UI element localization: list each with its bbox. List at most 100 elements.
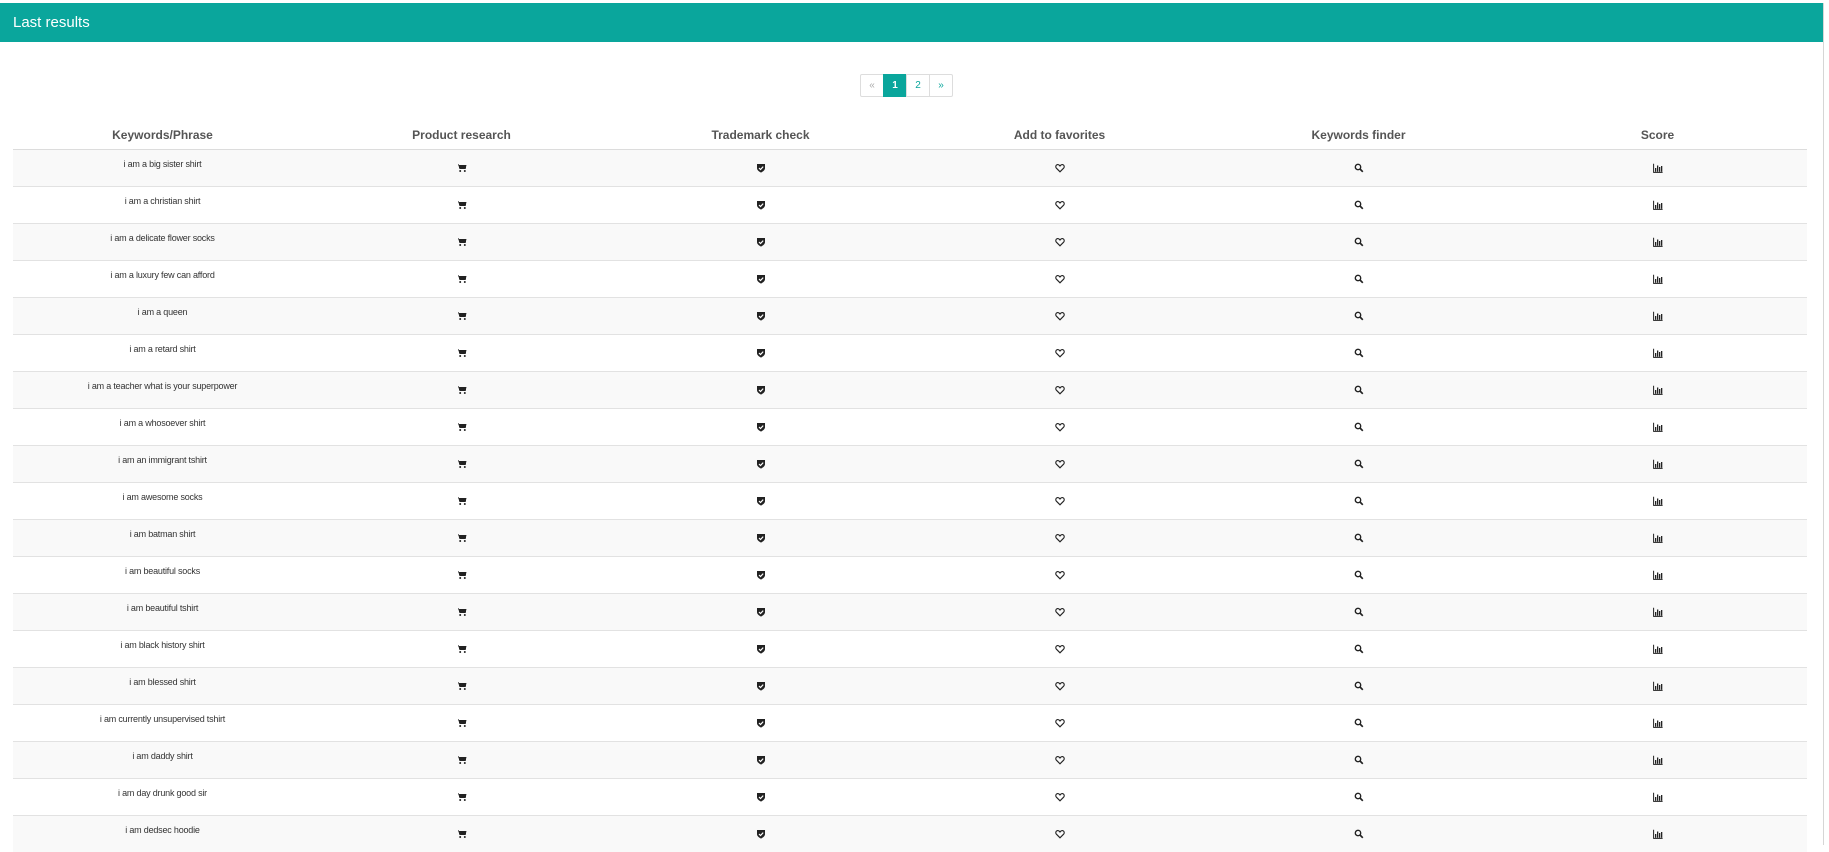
heart-icon[interactable] xyxy=(1055,348,1065,358)
heart-icon[interactable] xyxy=(1055,459,1065,469)
heart-icon[interactable] xyxy=(1055,829,1065,839)
cart-icon[interactable] xyxy=(457,459,467,469)
shield-check-icon[interactable] xyxy=(756,607,766,617)
cart-icon[interactable] xyxy=(457,644,467,654)
search-icon[interactable] xyxy=(1354,644,1364,654)
shield-check-icon[interactable] xyxy=(756,200,766,210)
cart-icon[interactable] xyxy=(457,533,467,543)
heart-icon[interactable] xyxy=(1055,792,1065,802)
search-icon[interactable] xyxy=(1354,570,1364,580)
shield-check-icon[interactable] xyxy=(756,274,766,284)
shield-check-icon[interactable] xyxy=(756,163,766,173)
heart-icon[interactable] xyxy=(1055,570,1065,580)
bar-chart-icon[interactable] xyxy=(1653,311,1663,321)
search-icon[interactable] xyxy=(1354,459,1364,469)
search-icon[interactable] xyxy=(1354,496,1364,506)
heart-icon[interactable] xyxy=(1055,274,1065,284)
heart-icon[interactable] xyxy=(1055,422,1065,432)
bar-chart-icon[interactable] xyxy=(1653,163,1663,173)
heart-icon[interactable] xyxy=(1055,200,1065,210)
shield-check-icon[interactable] xyxy=(756,570,766,580)
bar-chart-icon[interactable] xyxy=(1653,681,1663,691)
bar-chart-icon[interactable] xyxy=(1653,755,1663,765)
search-icon[interactable] xyxy=(1354,792,1364,802)
cart-icon[interactable] xyxy=(457,274,467,284)
bar-chart-icon[interactable] xyxy=(1653,200,1663,210)
bar-chart-icon[interactable] xyxy=(1653,829,1663,839)
bar-chart-icon[interactable] xyxy=(1653,496,1663,506)
shield-check-icon[interactable] xyxy=(756,459,766,469)
shield-check-icon[interactable] xyxy=(756,755,766,765)
shield-check-icon[interactable] xyxy=(756,829,766,839)
bar-chart-icon[interactable] xyxy=(1653,792,1663,802)
bar-chart-icon[interactable] xyxy=(1653,422,1663,432)
shield-check-icon[interactable] xyxy=(756,644,766,654)
search-icon[interactable] xyxy=(1354,829,1364,839)
cart-icon[interactable] xyxy=(457,755,467,765)
cart-icon[interactable] xyxy=(457,348,467,358)
shield-check-icon[interactable] xyxy=(756,422,766,432)
shield-check-icon[interactable] xyxy=(756,385,766,395)
search-icon[interactable] xyxy=(1354,533,1364,543)
bar-chart-icon[interactable] xyxy=(1653,459,1663,469)
search-icon[interactable] xyxy=(1354,681,1364,691)
heart-icon[interactable] xyxy=(1055,681,1065,691)
bar-chart-icon[interactable] xyxy=(1653,718,1663,728)
pagination-page-2[interactable]: 2 xyxy=(906,74,930,97)
pagination-next-button[interactable]: » xyxy=(929,74,953,97)
bar-chart-icon[interactable] xyxy=(1653,570,1663,580)
bar-chart-icon[interactable] xyxy=(1653,644,1663,654)
cart-icon[interactable] xyxy=(457,681,467,691)
search-icon[interactable] xyxy=(1354,274,1364,284)
search-icon[interactable] xyxy=(1354,163,1364,173)
heart-icon[interactable] xyxy=(1055,755,1065,765)
search-icon[interactable] xyxy=(1354,385,1364,395)
heart-icon[interactable] xyxy=(1055,533,1065,543)
heart-icon[interactable] xyxy=(1055,163,1065,173)
shield-check-icon[interactable] xyxy=(756,348,766,358)
shield-check-icon[interactable] xyxy=(756,237,766,247)
cart-icon[interactable] xyxy=(457,792,467,802)
cart-icon[interactable] xyxy=(457,200,467,210)
heart-icon[interactable] xyxy=(1055,311,1065,321)
pagination-page-1[interactable]: 1 xyxy=(883,74,907,97)
bar-chart-icon[interactable] xyxy=(1653,274,1663,284)
shield-check-icon[interactable] xyxy=(756,533,766,543)
keywords-finder-button-cell xyxy=(1209,779,1508,816)
bar-chart-icon[interactable] xyxy=(1653,385,1663,395)
shield-check-icon[interactable] xyxy=(756,311,766,321)
heart-icon[interactable] xyxy=(1055,644,1065,654)
bar-chart-icon[interactable] xyxy=(1653,237,1663,247)
shield-check-icon[interactable] xyxy=(756,496,766,506)
cart-icon[interactable] xyxy=(457,570,467,580)
heart-icon[interactable] xyxy=(1055,496,1065,506)
search-icon[interactable] xyxy=(1354,755,1364,765)
search-icon[interactable] xyxy=(1354,311,1364,321)
cart-icon[interactable] xyxy=(457,718,467,728)
heart-icon[interactable] xyxy=(1055,385,1065,395)
cart-icon[interactable] xyxy=(457,311,467,321)
bar-chart-icon[interactable] xyxy=(1653,348,1663,358)
search-icon[interactable] xyxy=(1354,200,1364,210)
search-icon[interactable] xyxy=(1354,718,1364,728)
search-icon[interactable] xyxy=(1354,422,1364,432)
shield-check-icon[interactable] xyxy=(756,792,766,802)
cart-icon[interactable] xyxy=(457,422,467,432)
bar-chart-icon[interactable] xyxy=(1653,533,1663,543)
heart-icon[interactable] xyxy=(1055,718,1065,728)
shield-check-icon[interactable] xyxy=(756,681,766,691)
heart-icon[interactable] xyxy=(1055,607,1065,617)
shield-check-icon[interactable] xyxy=(756,718,766,728)
search-icon[interactable] xyxy=(1354,237,1364,247)
cart-icon[interactable] xyxy=(457,607,467,617)
cart-icon[interactable] xyxy=(457,829,467,839)
bar-chart-icon[interactable] xyxy=(1653,607,1663,617)
pagination-prev-button[interactable]: « xyxy=(860,74,884,97)
search-icon[interactable] xyxy=(1354,348,1364,358)
cart-icon[interactable] xyxy=(457,496,467,506)
cart-icon[interactable] xyxy=(457,385,467,395)
cart-icon[interactable] xyxy=(457,237,467,247)
search-icon[interactable] xyxy=(1354,607,1364,617)
heart-icon[interactable] xyxy=(1055,237,1065,247)
cart-icon[interactable] xyxy=(457,163,467,173)
